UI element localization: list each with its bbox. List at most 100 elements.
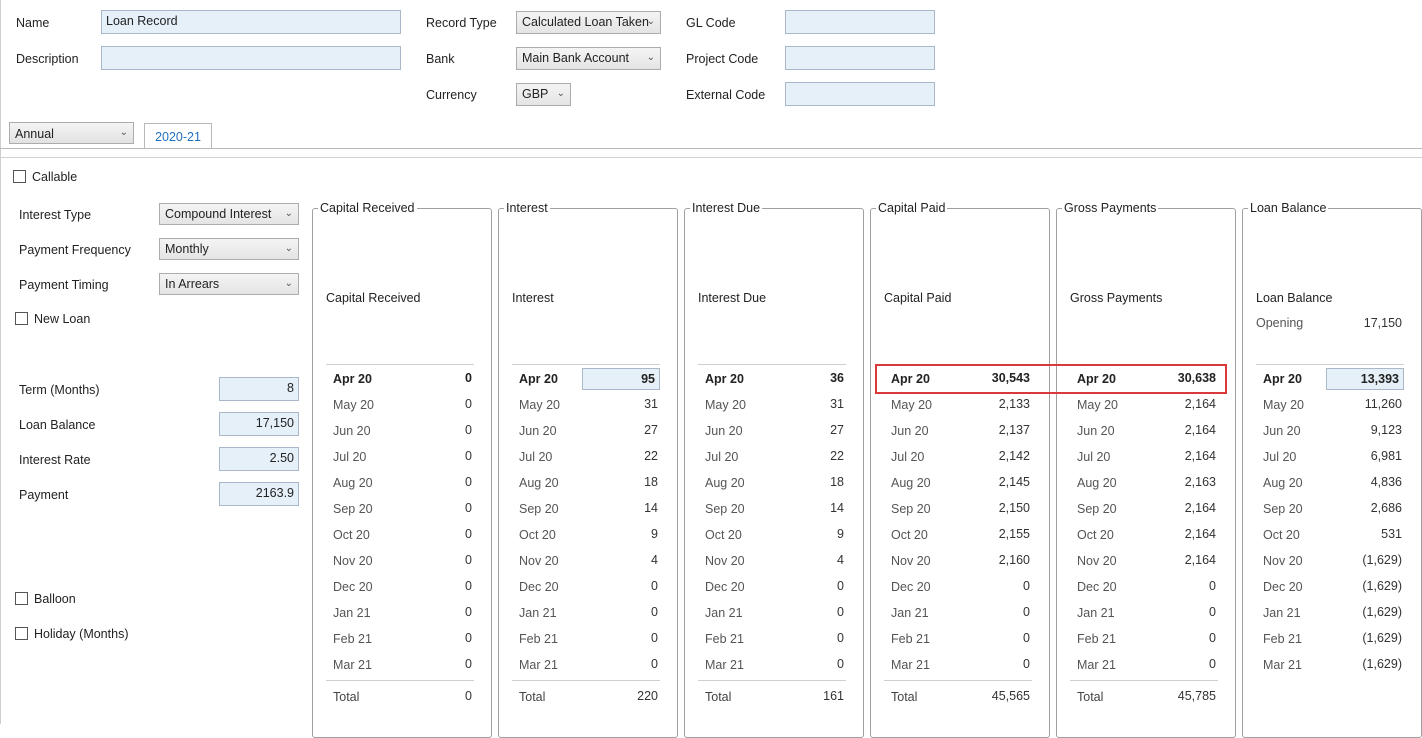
- month-label: Apr 20: [1263, 372, 1302, 386]
- month-value: 0: [1023, 631, 1030, 645]
- total-value: 161: [823, 689, 844, 703]
- month-value: 2,164: [1184, 423, 1216, 437]
- month-value: 0: [465, 423, 472, 437]
- month-value: 2,133: [998, 397, 1030, 411]
- payment-frequency-select[interactable]: Monthly ⌄: [159, 238, 299, 260]
- loan-balance-field[interactable]: 17,150: [219, 412, 299, 436]
- month-label: Jul 20: [333, 450, 367, 464]
- month-row: Aug 20 2,163: [1070, 472, 1218, 494]
- left-edge-divider: [0, 0, 1, 724]
- month-value-field[interactable]: 13,393: [1326, 368, 1404, 390]
- period-select[interactable]: Annual ⌄: [9, 122, 134, 144]
- month-row: Sep 20 2,686: [1256, 498, 1404, 520]
- month-value: 0: [465, 605, 472, 619]
- month-value: 9: [837, 527, 844, 541]
- panel-total-divider: [326, 680, 474, 681]
- month-row: Mar 21 0: [698, 654, 846, 676]
- external-code-field[interactable]: [785, 82, 935, 106]
- interest-rate-field[interactable]: 2.50: [219, 447, 299, 471]
- project-code-field[interactable]: [785, 46, 935, 70]
- panel-interest-due: Interest Due Interest Due Apr 20 36 May 20 31…: [684, 201, 864, 738]
- month-label: Oct 20: [705, 528, 742, 542]
- month-row: Nov 20 0: [326, 550, 474, 572]
- month-value: 0: [837, 657, 844, 671]
- total-label: Total: [1077, 690, 1104, 704]
- month-row: Oct 20 2,155: [884, 524, 1032, 546]
- month-value: 0: [1023, 657, 1030, 671]
- month-value: 2,160: [998, 553, 1030, 567]
- total-label: Total: [705, 690, 732, 704]
- month-value: 0: [651, 657, 658, 671]
- description-field[interactable]: [101, 46, 401, 70]
- month-row: Feb 21 0: [698, 628, 846, 650]
- month-value: 4: [837, 553, 844, 567]
- chevron-down-icon: ⌄: [646, 16, 655, 27]
- month-label: Oct 20: [1263, 528, 1300, 542]
- month-value: 531: [1381, 527, 1402, 541]
- payment-field[interactable]: 2163.9: [219, 482, 299, 506]
- total-value: 220: [637, 689, 658, 703]
- month-label: Aug 20: [1263, 476, 1303, 490]
- month-row: Aug 20 18: [512, 472, 660, 494]
- month-label: Nov 20: [333, 554, 373, 568]
- holiday-checkbox[interactable]: [15, 627, 28, 640]
- term-field[interactable]: 8: [219, 377, 299, 401]
- interest-type-select[interactable]: Compound Interest ⌄: [159, 203, 299, 225]
- month-row: Apr 20 36: [698, 368, 846, 390]
- month-row: Mar 21 0: [884, 654, 1032, 676]
- month-label: Dec 20: [519, 580, 559, 594]
- callable-checkbox[interactable]: [13, 170, 26, 183]
- month-label: May 20: [1263, 398, 1304, 412]
- interest-type-label: Interest Type: [19, 208, 92, 222]
- tab-content-divider: [0, 157, 1422, 158]
- month-row: Oct 20 0: [326, 524, 474, 546]
- month-row: Apr 20 95: [512, 368, 660, 390]
- highlight-box: [875, 364, 1227, 394]
- month-value: (1,629): [1362, 605, 1402, 619]
- month-value-field[interactable]: 95: [582, 368, 660, 390]
- month-value: 0: [1023, 579, 1030, 593]
- month-row: Dec 20 0: [512, 576, 660, 598]
- name-field[interactable]: Loan Record: [101, 10, 401, 34]
- tab-2020-21[interactable]: 2020-21: [144, 123, 212, 149]
- month-row: Dec 20 0: [1070, 576, 1218, 598]
- month-value: 0: [465, 553, 472, 567]
- month-row: Oct 20 9: [698, 524, 846, 546]
- month-row: Dec 20 0: [326, 576, 474, 598]
- month-label: Mar 21: [891, 658, 930, 672]
- month-label: Sep 20: [1077, 502, 1117, 516]
- new-loan-checkbox[interactable]: [15, 312, 28, 325]
- month-label: Jan 21: [333, 606, 371, 620]
- month-row: May 20 11,260: [1256, 394, 1404, 416]
- month-label: May 20: [519, 398, 560, 412]
- month-row: Aug 20 0: [326, 472, 474, 494]
- month-value: 0: [465, 579, 472, 593]
- month-row: May 20 2,133: [884, 394, 1032, 416]
- record-type-select[interactable]: Calculated Loan Taken ⌄: [516, 11, 661, 34]
- bank-select[interactable]: Main Bank Account ⌄: [516, 47, 661, 70]
- month-row: Oct 20 9: [512, 524, 660, 546]
- month-value: 2,150: [998, 501, 1030, 515]
- month-row: Nov 20 2,164: [1070, 550, 1218, 572]
- month-label: Jul 20: [1263, 450, 1297, 464]
- gl-code-field[interactable]: [785, 10, 935, 34]
- month-label: Feb 21: [1263, 632, 1302, 646]
- month-value: 2,164: [1184, 397, 1216, 411]
- month-value: 0: [465, 475, 472, 489]
- opening-row: Opening 17,150: [1256, 316, 1404, 336]
- month-value: 2,163: [1184, 475, 1216, 489]
- month-row: Jul 20 2,164: [1070, 446, 1218, 468]
- month-row: Mar 21 (1,629): [1256, 654, 1404, 676]
- total-label: Total: [891, 690, 918, 704]
- month-row: Apr 20 13,393: [1256, 368, 1404, 390]
- currency-select[interactable]: GBP ⌄: [516, 83, 571, 106]
- month-value: 14: [830, 501, 844, 515]
- panel-total-divider: [698, 680, 846, 681]
- payment-timing-select[interactable]: In Arrears ⌄: [159, 273, 299, 295]
- month-label: Sep 20: [519, 502, 559, 516]
- month-label: Nov 20: [891, 554, 931, 568]
- month-value: 0: [651, 579, 658, 593]
- balloon-checkbox[interactable]: [15, 592, 28, 605]
- total-row: Total 0: [326, 686, 474, 708]
- callable-label: Callable: [32, 170, 78, 184]
